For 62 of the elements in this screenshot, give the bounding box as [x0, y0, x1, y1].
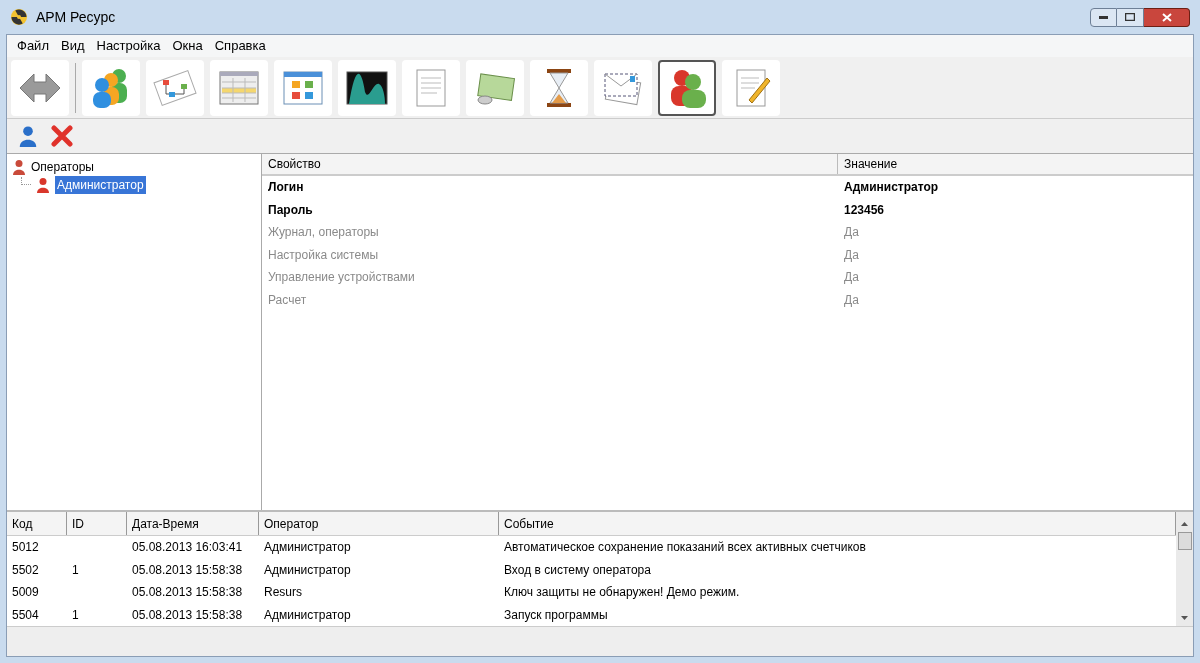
scrollbar-thumb[interactable] — [1177, 532, 1192, 550]
minimize-icon — [1099, 15, 1108, 19]
table-cell-text: 5502 — [11, 561, 40, 579]
table-cell-text: 05.08.2013 15:58:38 — [131, 584, 244, 602]
table-cell-text: Вход в систему оператора — [503, 561, 652, 579]
toolbar-button[interactable] — [658, 59, 716, 116]
property-name: Журнал, операторы — [267, 224, 380, 242]
close-icon — [1161, 12, 1172, 22]
table-cell-text: 1 — [71, 606, 80, 624]
tree-item[interactable]: Операторы — [31, 158, 94, 176]
caret-down-icon — [1181, 616, 1188, 620]
table-cell-text: Администратор — [263, 606, 352, 624]
radiation-icon — [10, 8, 28, 26]
user-icon — [35, 177, 51, 193]
menu-item[interactable]: Настройка — [90, 36, 167, 56]
column-header[interactable]: Код — [7, 512, 67, 535]
maximize-icon — [1125, 13, 1135, 21]
column-header[interactable]: Значение — [838, 154, 1193, 174]
property-value: 123456 — [843, 201, 886, 219]
table-cell-text: Запуск программы — [503, 606, 609, 624]
tree-item[interactable]: Администратор — [55, 176, 146, 194]
column-header[interactable]: Оператор — [259, 512, 499, 535]
table-cell-text: 1 — [71, 561, 80, 579]
table-cell-text: 5012 — [11, 539, 40, 557]
menu-item[interactable]: Окна — [166, 36, 209, 56]
toolbar-button[interactable] — [530, 59, 588, 116]
property-name: Расчет — [267, 291, 308, 309]
menu-item[interactable]: Справка — [208, 36, 272, 56]
table-cell-text: 05.08.2013 15:58:38 — [131, 606, 244, 624]
table-cell-text: 05.08.2013 15:58:38 — [131, 561, 244, 579]
user-icon — [17, 125, 39, 147]
delete-button[interactable] — [49, 123, 75, 149]
table-cell-text: Resurs — [263, 584, 303, 602]
column-header[interactable]: Свойство — [262, 154, 838, 174]
property-value: Да — [843, 291, 860, 309]
table-cell-text: 5009 — [11, 584, 40, 602]
table-cell-text: 5504 — [11, 606, 40, 624]
scrollbar[interactable] — [1176, 512, 1193, 626]
table-cell-text: Администратор — [263, 561, 352, 579]
table-cell-text: Ключ защиты не обнаружен! Демо режим. — [503, 584, 741, 602]
column-header[interactable]: ID — [67, 512, 127, 535]
property-value: Да — [843, 246, 860, 264]
table-cell-text: 05.08.2013 16:03:41 — [131, 539, 244, 557]
caret-up-icon — [1181, 522, 1188, 526]
menu-item[interactable]: Файл — [11, 36, 55, 56]
property-value: Да — [843, 269, 860, 287]
window-title: АРМ Ресурс — [36, 7, 116, 27]
property-value: Администратор — [843, 179, 940, 197]
close-icon — [51, 125, 73, 147]
table-cell-text: Администратор — [263, 539, 352, 557]
toolbar-button[interactable] — [338, 59, 396, 116]
property-name: Управление устройствами — [267, 269, 416, 287]
minimize-button[interactable] — [1090, 7, 1117, 27]
close-button[interactable] — [1144, 7, 1190, 27]
maximize-button[interactable] — [1117, 7, 1144, 27]
column-header[interactable]: Дата-Время — [127, 512, 259, 535]
table-cell-text: Автоматическое сохранение показаний всех активных счетчиков — [503, 539, 867, 557]
property-value: Да — [843, 224, 860, 242]
property-name: Логин — [267, 179, 305, 197]
property-name: Пароль — [267, 201, 314, 219]
property-name: Настройка системы — [267, 246, 380, 264]
menu-item[interactable]: Вид — [54, 36, 91, 56]
